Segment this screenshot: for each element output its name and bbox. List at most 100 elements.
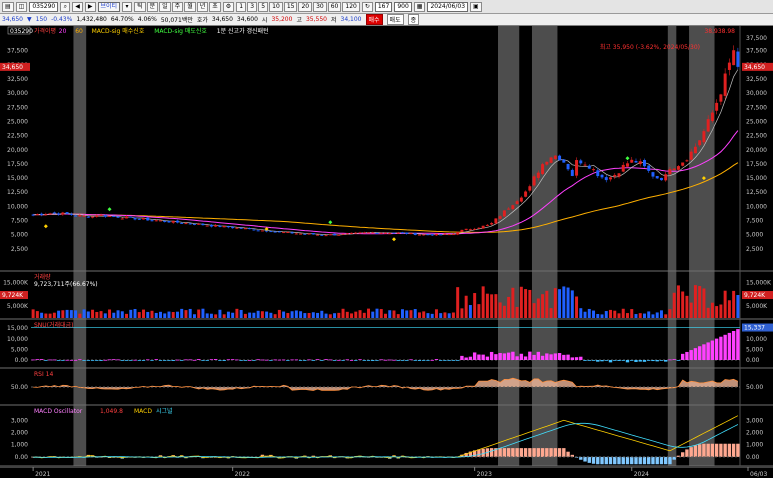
volume-bar — [78, 313, 82, 318]
obv-bar — [82, 360, 86, 361]
volume-bar — [685, 295, 689, 318]
macd-osc-bar — [511, 448, 515, 457]
volume-bar — [519, 286, 523, 318]
macd-osc-bar — [515, 448, 519, 457]
candle-body — [596, 170, 600, 177]
left-price-tag: 34,650 — [2, 64, 23, 71]
volume-bar — [163, 313, 167, 318]
stock-code-input[interactable]: 035290 — [29, 1, 59, 12]
obv-left-tick: 10,000 — [7, 336, 28, 343]
calendar-picker-icon[interactable]: ▣ — [470, 1, 482, 12]
candle-body — [507, 208, 511, 210]
interval-button-5[interactable]: 20 — [298, 1, 313, 12]
candle-body — [477, 227, 481, 229]
obv-bar — [438, 360, 443, 361]
search-icon[interactable]: ⌕ — [60, 1, 71, 12]
interval-button-6[interactable]: 30 — [313, 1, 327, 12]
candle-body — [99, 214, 103, 216]
count-input[interactable]: 167 — [374, 1, 393, 12]
x-tick-label: 2023 — [477, 471, 492, 478]
ask-price: 34,650 — [211, 16, 233, 23]
obv-bar — [489, 351, 494, 360]
price-change-pct: -0.43% — [51, 16, 73, 23]
macd-osc-bar — [621, 456, 625, 465]
volume-bar — [727, 300, 731, 318]
volume-bar — [235, 308, 239, 318]
calendar-icon[interactable]: ▦ — [413, 1, 426, 12]
chevron-right-icon[interactable]: ▶ — [84, 1, 96, 12]
candle-body — [44, 214, 48, 216]
obv-bar — [634, 360, 638, 362]
volume-bar — [549, 308, 553, 318]
obv-bar — [180, 360, 184, 361]
period-button-2[interactable]: 일 — [159, 1, 171, 12]
interval-button-7[interactable]: 60 — [327, 1, 342, 12]
interval-button-3[interactable]: 10 — [269, 1, 283, 12]
price-right-tick: 32,500 — [746, 76, 767, 83]
obv-bar — [247, 359, 252, 361]
candle-body — [175, 220, 179, 223]
interval-button-2[interactable]: 5 — [258, 1, 269, 12]
obv-bar — [659, 360, 664, 361]
price-legend-item: 60 — [75, 28, 83, 35]
interval-button-8[interactable]: 120 — [342, 1, 360, 12]
total-count-field[interactable]: 900 — [394, 1, 412, 12]
interval-button-4[interactable]: 15 — [283, 1, 298, 12]
price-legend-item: 가격이평 — [34, 27, 56, 35]
macd-osc-bar — [562, 448, 566, 457]
candle-body — [180, 222, 184, 224]
volume-bar — [541, 294, 545, 318]
interval-button-1[interactable]: 3 — [247, 1, 258, 12]
volume-bar — [400, 309, 404, 318]
volume-bar — [48, 313, 52, 318]
volume-bar — [159, 311, 162, 318]
date-input[interactable]: 2024/06/03 — [427, 1, 469, 12]
settings-icon[interactable]: ⚙ — [222, 1, 235, 12]
period-button-3[interactable]: 주 — [171, 1, 184, 12]
rsi-left-tick: 50.00 — [11, 384, 28, 391]
menu-button[interactable]: 종 — [407, 14, 420, 25]
buy-button[interactable]: 매수 — [365, 14, 383, 25]
volume-bar — [468, 305, 472, 318]
candle-body — [727, 62, 731, 70]
volume-bar — [439, 313, 443, 318]
macd-osc-bar — [519, 448, 524, 457]
candle-body — [184, 223, 188, 225]
dropdown-icon[interactable]: ▾ — [122, 1, 133, 12]
volume-bar — [367, 308, 371, 318]
menu-icon[interactable]: ▤ — [2, 1, 14, 12]
refresh-icon[interactable]: ↻ — [361, 1, 373, 12]
candle-body — [57, 213, 61, 215]
macd-osc-bar — [723, 443, 727, 457]
volume-bar — [192, 314, 196, 318]
candle-body — [345, 233, 349, 235]
stock-chart[interactable]: 37,50037,50035,00035,00032,50032,50030,0… — [0, 26, 773, 478]
stock-name-field[interactable]: 브이티 — [97, 1, 121, 12]
period-button-1[interactable]: 분 — [146, 1, 159, 12]
obv-bar — [455, 360, 460, 361]
period-button-0[interactable]: 틱 — [134, 1, 146, 12]
macd-osc-bar — [540, 448, 545, 457]
volume-bar — [345, 311, 349, 318]
candle-body — [685, 160, 689, 162]
obv-bar — [226, 359, 231, 361]
period-button-5[interactable]: 년 — [196, 1, 209, 12]
obv-bar — [99, 360, 103, 361]
candle-body — [299, 233, 303, 235]
candle-body — [371, 232, 375, 234]
candle-body — [256, 230, 260, 232]
macd-osc-bar — [693, 445, 698, 457]
volume-bar — [621, 308, 625, 318]
sell-button[interactable]: 매도 — [386, 14, 404, 25]
period-button-4[interactable]: 월 — [184, 1, 196, 12]
candle-body — [443, 233, 447, 235]
interval-button-0[interactable]: 1 — [236, 1, 247, 12]
candle-body — [647, 165, 651, 171]
volume-bar — [31, 309, 35, 318]
chevron-left-icon[interactable]: ◀ — [72, 1, 83, 12]
period-button-6[interactable]: 초 — [209, 1, 221, 12]
candle-body — [248, 228, 252, 230]
obv-bar — [719, 336, 723, 360]
lock-icon[interactable]: ◫ — [15, 1, 28, 12]
obv-bar — [371, 360, 375, 361]
